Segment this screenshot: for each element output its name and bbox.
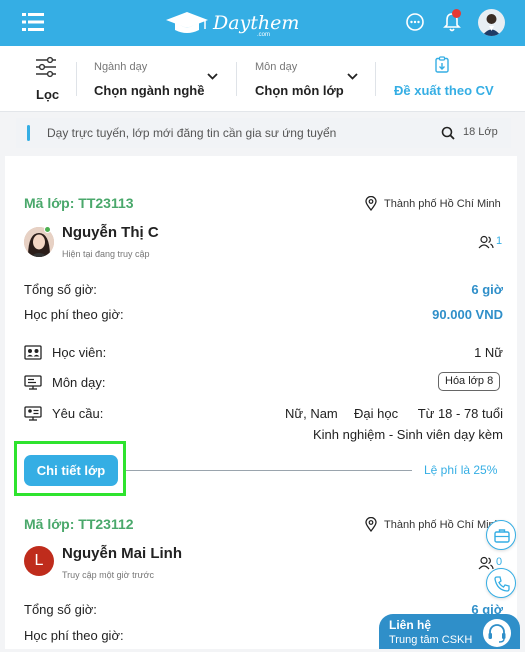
- chat-icon[interactable]: [405, 12, 425, 32]
- online-status-dot: [44, 226, 51, 233]
- book-screen-icon: [24, 375, 42, 390]
- access-status: Truy cập một giờ trước: [62, 570, 155, 580]
- requirement-icon: [24, 406, 42, 421]
- total-hours-label: Tổng số giờ:: [24, 282, 97, 297]
- teacher-name: Nguyễn Thị C: [62, 224, 159, 241]
- divider: [76, 62, 77, 96]
- location-pin-icon: [365, 517, 377, 532]
- student-value: 1 Nữ: [474, 345, 503, 360]
- class-code: Mã lớp: TT23112: [24, 516, 134, 532]
- clipboard-icon[interactable]: [435, 56, 449, 73]
- fee-rate: Lệ phí là 25%: [424, 463, 498, 477]
- access-status: Hiện tại đang truy cập: [62, 249, 150, 259]
- class-city: Thành phố Hồ Chí Minh: [384, 198, 501, 210]
- headset-icon: [483, 619, 511, 647]
- phone-button[interactable]: [486, 568, 516, 598]
- student-card-icon: [24, 345, 42, 360]
- suggest-by-cv-button[interactable]: Đề xuất theo CV: [394, 83, 494, 98]
- applicant-count: 0: [496, 556, 503, 568]
- chevron-down-icon[interactable]: [207, 73, 218, 80]
- subject-badge: Hóa lớp 8: [438, 372, 501, 391]
- requirement-label: Yêu cầu:: [52, 406, 104, 421]
- class-city: Thành phố Hồ Chí Minh: [384, 519, 501, 531]
- phone-icon: [494, 576, 510, 592]
- divider: [375, 62, 376, 96]
- fee-value: 90.000 VND: [432, 307, 503, 322]
- chevron-down-icon[interactable]: [347, 73, 358, 80]
- requirement-level: Đại học: [354, 406, 399, 421]
- brand-logo[interactable]: Daythem .com: [165, 8, 299, 38]
- contact-title: Liên hệ: [389, 618, 432, 632]
- avatar: L: [24, 546, 54, 576]
- contact-subtitle: Trung tâm CSKH: [389, 634, 473, 646]
- top-navbar: Daythem .com: [0, 0, 525, 46]
- filter-sliders-icon[interactable]: [35, 56, 57, 78]
- fee-label: Học phí theo giờ:: [24, 628, 124, 643]
- teacher-name: Nguyễn Mai Linh: [62, 545, 182, 562]
- info-bar: Dạy trực tuyến, lớp mới đăng tin cần gia…: [16, 118, 511, 148]
- contact-support-widget[interactable]: Liên hệ Trung tâm CSKH: [379, 614, 520, 649]
- user-avatar[interactable]: [478, 9, 505, 36]
- major-select[interactable]: Chọn ngành nghề: [94, 83, 204, 98]
- subject-select[interactable]: Chọn môn lớp: [255, 83, 344, 98]
- menu-icon[interactable]: [22, 12, 44, 32]
- fee-label: Học phí theo giờ:: [24, 307, 124, 322]
- filter-label[interactable]: Lọc: [36, 87, 59, 102]
- accent-bar: [27, 125, 30, 141]
- requirement-gender: Nữ, Nam: [285, 406, 338, 421]
- major-label: Ngành dạy: [94, 61, 148, 73]
- headset-icon-graphic: [488, 624, 506, 643]
- requirement-age: Từ 18 - 78 tuổi: [417, 406, 503, 421]
- users-icon: [478, 556, 494, 570]
- applicant-count: 1: [496, 235, 503, 247]
- total-hours-label: Tổng số giờ:: [24, 602, 97, 617]
- brand-domain: .com: [257, 32, 271, 38]
- subject-label: Môn dạy: [255, 61, 298, 73]
- fee-divider-line: [126, 470, 412, 471]
- subject-label: Môn dạy:: [52, 375, 106, 390]
- requirement-experience: Kinh nghiệm - Sinh viên dạy kèm: [312, 427, 503, 442]
- graduation-cap-icon: [166, 12, 208, 33]
- class-detail-button[interactable]: Chi tiết lớp: [24, 455, 118, 486]
- briefcase-icon: [494, 529, 510, 543]
- divider: [236, 62, 237, 96]
- search-icon[interactable]: [441, 126, 455, 140]
- filter-bar: Lọc Ngành dạy Chọn ngành nghề Môn dạy Ch…: [0, 46, 525, 112]
- class-count: 18 Lớp: [463, 126, 498, 138]
- class-code: Mã lớp: TT23113: [24, 195, 134, 211]
- notification-dot: [452, 9, 461, 18]
- user-avatar-image: [482, 14, 501, 36]
- briefcase-button[interactable]: [486, 520, 516, 550]
- users-icon: [478, 235, 494, 249]
- brand-name: Daythem: [213, 12, 300, 34]
- student-label: Học viên:: [52, 345, 107, 360]
- location-pin-icon: [365, 196, 377, 211]
- total-hours-value: 6 giờ: [471, 282, 503, 297]
- info-text: Dạy trực tuyến, lớp mới đăng tin cần gia…: [47, 126, 337, 140]
